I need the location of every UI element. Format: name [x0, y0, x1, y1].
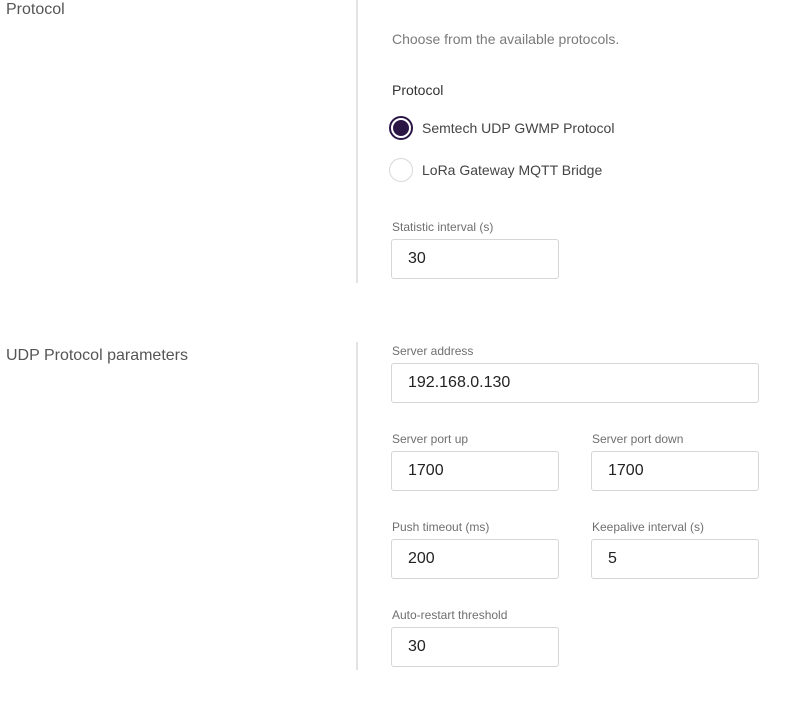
server-address-label: Server address: [392, 344, 474, 358]
protocol-section-title: Protocol: [6, 1, 65, 18]
udp-section-title: UDP Protocol parameters: [6, 347, 188, 364]
udp-section-divider: [356, 342, 358, 670]
radio-lora-mqtt[interactable]: LoRa Gateway MQTT Bridge: [389, 158, 602, 182]
push-timeout-input[interactable]: [391, 539, 559, 579]
auto-restart-threshold-input[interactable]: [391, 627, 559, 667]
radio-label-semtech-udp: Semtech UDP GWMP Protocol: [422, 120, 615, 136]
radio-semtech-udp[interactable]: Semtech UDP GWMP Protocol: [389, 116, 614, 140]
server-port-down-input[interactable]: [591, 451, 759, 491]
server-port-up-label: Server port up: [392, 432, 469, 446]
keepalive-interval-input[interactable]: [591, 539, 759, 579]
statistic-interval-label: Statistic interval (s): [392, 220, 494, 234]
statistic-interval-input[interactable]: [391, 239, 559, 279]
server-port-down-label: Server port down: [592, 432, 684, 446]
server-address-input[interactable]: [391, 363, 759, 403]
radio-button-unselected[interactable]: [389, 158, 413, 182]
radio-label-lora-mqtt: LoRa Gateway MQTT Bridge: [422, 162, 603, 178]
keepalive-interval-label: Keepalive interval (s): [592, 520, 705, 534]
push-timeout-label: Push timeout (ms): [392, 520, 490, 534]
protocol-group-label: Protocol: [392, 82, 444, 98]
protocol-section-divider: [356, 0, 358, 283]
server-port-up-input[interactable]: [391, 451, 559, 491]
page: Protocol Choose from the available proto…: [0, 0, 804, 709]
protocol-description: Choose from the available protocols.: [392, 31, 620, 47]
auto-restart-threshold-label: Auto-restart threshold: [392, 608, 508, 622]
radio-button-selected[interactable]: [389, 116, 413, 140]
